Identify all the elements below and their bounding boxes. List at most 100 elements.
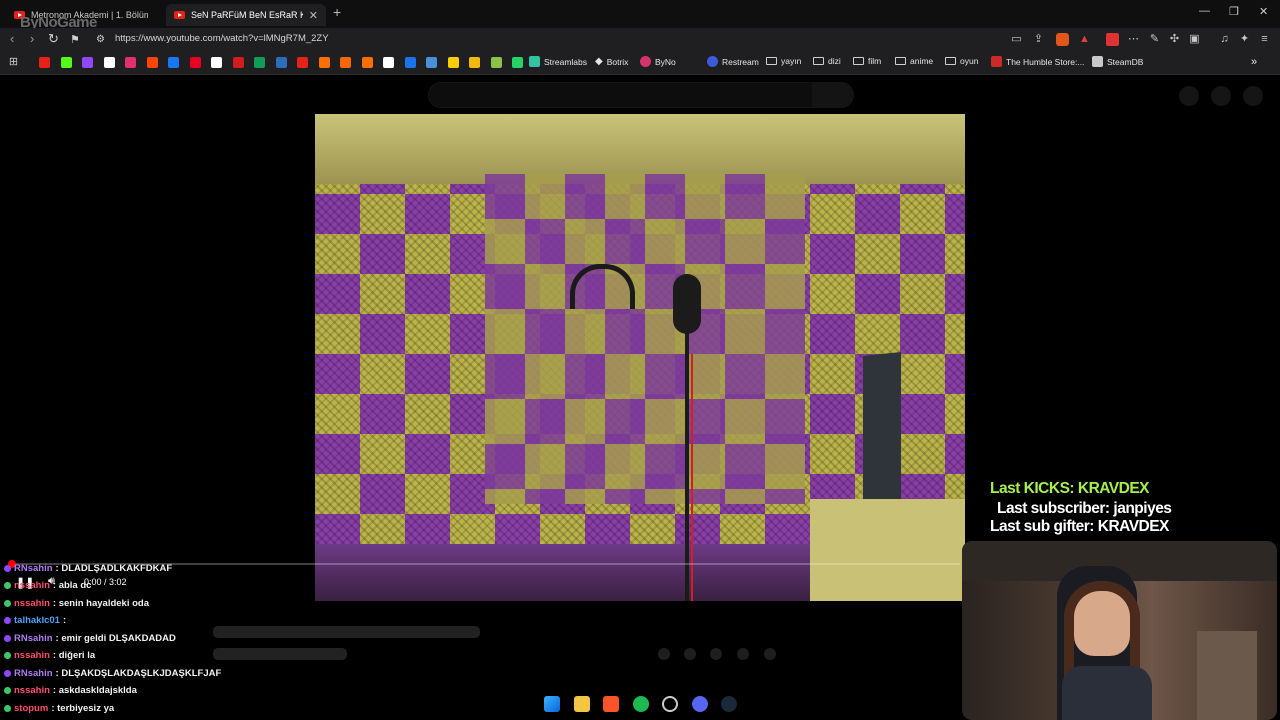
bookmark-label: Botrix: [606, 56, 629, 67]
bookmark-icon[interactable]: ⚑: [70, 33, 80, 46]
youtube-red-icon[interactable]: [318, 57, 330, 68]
extension-red-icon[interactable]: [1106, 33, 1119, 46]
x-icon[interactable]: [103, 57, 115, 68]
chat-username: RNsahin: [14, 668, 53, 679]
streamer-shirt: [1062, 666, 1152, 720]
bookmark-restream[interactable]: Restream: [707, 56, 759, 67]
bookmark-byno[interactable]: ByNo: [640, 56, 676, 67]
video-player[interactable]: [315, 114, 965, 601]
spotify-icon[interactable]: [490, 57, 502, 68]
youtube-icon[interactable]: [39, 57, 50, 68]
bookmark-folder-film[interactable]: film: [853, 56, 881, 66]
tab-sen-parfum[interactable]: SeN PaRFüM BeN EsRaR KoKaR ✕: [166, 4, 326, 26]
bookmark-label: anime: [910, 56, 934, 66]
chat-badge-icon: [4, 652, 11, 659]
chat-badge-icon: [4, 705, 11, 712]
extension-paint-icon[interactable]: ✎: [1148, 33, 1161, 46]
search-input-placeholder[interactable]: [428, 82, 854, 108]
amazon-icon[interactable]: [383, 57, 394, 68]
folder-icon: [895, 57, 906, 65]
leo-ai-icon[interactable]: ✦: [1238, 33, 1251, 46]
crunchyroll-icon[interactable]: [340, 57, 351, 68]
steam-icon[interactable]: [721, 696, 737, 712]
maximize-button[interactable]: ❐: [1229, 5, 1239, 18]
close-tab-icon[interactable]: ✕: [309, 9, 318, 22]
tr-streamer-icon[interactable]: [125, 57, 136, 68]
youtube-icon: [174, 11, 185, 19]
reload-icon[interactable]: ↻: [48, 31, 59, 47]
menu-icon[interactable]: ≡: [1258, 33, 1271, 46]
bookmark-streamlabs[interactable]: Streamlabs: [529, 56, 587, 67]
more-bookmarks-icon[interactable]: »: [1251, 56, 1257, 68]
cast-icon[interactable]: ▭: [1010, 33, 1023, 46]
whatsapp-icon[interactable]: [512, 57, 523, 68]
tiktok-icon[interactable]: [211, 57, 222, 68]
mail-icon[interactable]: [404, 57, 416, 68]
chat-message: stopum: terbiyesiz ya: [4, 703, 114, 714]
action-skeleton: [684, 648, 696, 660]
share-icon[interactable]: ⇪: [1032, 33, 1045, 46]
chat-text: : abla dc: [52, 580, 92, 591]
binance-icon[interactable]: [469, 57, 480, 68]
site-settings-icon[interactable]: ⚙: [96, 34, 105, 45]
chat-username: nssahin: [14, 685, 50, 696]
facebook-icon[interactable]: [168, 57, 179, 68]
chat-text: : senin hayaldeki oda: [52, 598, 149, 609]
file-explorer-icon[interactable]: [574, 696, 590, 712]
minimize-button[interactable]: —: [1199, 5, 1210, 17]
brave-shields-icon[interactable]: [1056, 33, 1069, 46]
placeholder-circle: [1179, 86, 1199, 106]
back-icon[interactable]: ‹: [10, 31, 14, 46]
bookmark-steamdb[interactable]: SteamDB: [1092, 56, 1143, 67]
close-window-button[interactable]: ✕: [1259, 5, 1268, 18]
bookmark-folder-dizi[interactable]: dizi: [813, 56, 841, 66]
sidebar-icon[interactable]: ▣: [1188, 33, 1201, 46]
bookmark-humble-store[interactable]: The Humble Store:...: [991, 56, 1084, 67]
obs-icon[interactable]: [662, 696, 678, 712]
address-bar[interactable]: https://www.youtube.com/watch?v=lMNgR7M_…: [115, 33, 329, 44]
cyber-icon[interactable]: [254, 57, 265, 68]
chat-message: talhaklc01:: [4, 615, 66, 626]
bookmark-label: Restream: [722, 56, 759, 67]
chat-badge-icon: [4, 617, 11, 624]
twitch-icon[interactable]: [82, 57, 93, 68]
bookmark-folder-yayin[interactable]: yayın: [766, 56, 801, 66]
extensions-puzzle-icon[interactable]: ✣: [1168, 33, 1181, 46]
folder-icon: [853, 57, 864, 65]
tab-strip: Metronom Akademi | 1. Bölüm: Y SeN PaRFü…: [0, 0, 1280, 31]
pinterest-icon[interactable]: [189, 57, 201, 68]
apps-grid-icon[interactable]: ⊞: [7, 56, 20, 69]
brave-browser-icon[interactable]: [603, 696, 619, 712]
windows-start-icon[interactable]: [544, 696, 560, 712]
monitor: [863, 352, 901, 506]
bookmark-folder-oyun[interactable]: oyun: [945, 56, 978, 66]
imdb-icon[interactable]: [447, 57, 459, 68]
chat-badge-icon: [4, 687, 11, 694]
instagram-icon[interactable]: [146, 57, 158, 68]
new-tab-button[interactable]: +: [333, 4, 341, 20]
kick-icon[interactable]: [60, 57, 72, 68]
bookmark-label: film: [868, 56, 882, 66]
chat-username: RNsahin: [14, 633, 53, 644]
discord-icon[interactable]: [692, 696, 708, 712]
netflix-icon[interactable]: [232, 57, 244, 68]
chat-text: : DLŞAKDŞLAKDAŞLKJDAŞKLFJAF: [55, 668, 222, 679]
search-button-placeholder[interactable]: [812, 82, 854, 108]
chat-username: nssahin: [14, 580, 50, 591]
mega-icon[interactable]: [426, 57, 437, 68]
folder-icon: [766, 57, 777, 65]
chat-badge-icon: [4, 600, 11, 607]
bookmark-botrix[interactable]: ◆ Botrix: [595, 56, 628, 67]
prime-icon[interactable]: [297, 57, 308, 68]
bookmark-folder-anime[interactable]: anime: [895, 56, 933, 66]
chat-message: RNsahin: DLŞAKDŞLAKDAŞLKJDAŞKLFJAF: [4, 668, 221, 679]
extension-dots-icon[interactable]: ⋯: [1127, 33, 1140, 46]
steamdb-icon: [1092, 56, 1103, 67]
spotify-icon[interactable]: [633, 696, 649, 712]
forward-icon[interactable]: ›: [30, 31, 34, 46]
chat-message: RNsahin: emir geldi DLŞAKDADAD: [4, 633, 176, 644]
bluesky-icon[interactable]: [275, 57, 287, 68]
hbo-icon[interactable]: [361, 57, 373, 68]
brave-rewards-icon[interactable]: ▲: [1078, 33, 1091, 46]
music-icon[interactable]: ♫: [1218, 33, 1231, 46]
